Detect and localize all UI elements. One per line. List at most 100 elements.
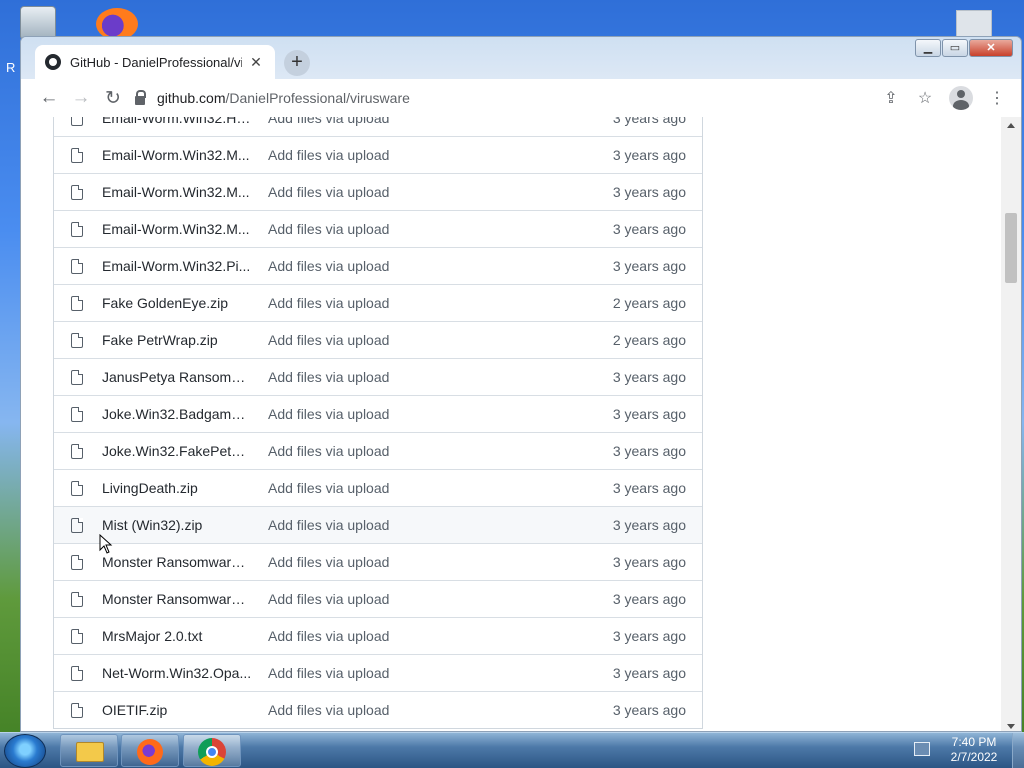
file-name-link[interactable]: Joke.Win32.Badgame.... bbox=[102, 406, 252, 422]
commit-age: 3 years ago bbox=[612, 117, 686, 126]
commit-message-link[interactable]: Add files via upload bbox=[268, 628, 613, 644]
file-row[interactable]: Joke.Win32.FakePetya.... Add files via up… bbox=[54, 432, 702, 469]
file-row[interactable]: Email-Worm.Win32.M... Add files via uploa… bbox=[54, 210, 702, 247]
show-desktop-button[interactable] bbox=[1012, 733, 1024, 768]
file-icon bbox=[71, 702, 83, 718]
commit-message-link[interactable]: Add files via upload bbox=[268, 591, 613, 607]
back-icon[interactable]: ← bbox=[33, 87, 65, 109]
close-tab-icon[interactable]: ✕ bbox=[247, 54, 265, 71]
file-icon bbox=[71, 443, 83, 459]
taskbar-chrome-button[interactable] bbox=[183, 734, 241, 767]
commit-message-link[interactable]: Add files via upload bbox=[268, 147, 613, 163]
new-tab-button[interactable]: + bbox=[284, 50, 310, 76]
profile-avatar[interactable] bbox=[949, 86, 973, 110]
forward-icon[interactable]: → bbox=[65, 87, 97, 109]
file-name-link[interactable]: Email-Worm.Win32.Ha... bbox=[102, 117, 252, 126]
file-icon bbox=[71, 184, 83, 200]
commit-age: 2 years ago bbox=[612, 295, 686, 311]
url-text[interactable]: github.com/DanielProfessional/virusware bbox=[157, 90, 410, 106]
commit-age: 3 years ago bbox=[612, 702, 686, 718]
start-button[interactable] bbox=[4, 734, 46, 768]
commit-message-link[interactable]: Add files via upload bbox=[268, 517, 613, 533]
commit-age: 3 years ago bbox=[612, 258, 686, 274]
file-list: Email-Worm.Win32.Ha... Add files via uplo… bbox=[53, 117, 703, 729]
file-row[interactable]: Email-Worm.Win32.M... Add files via uploa… bbox=[54, 136, 702, 173]
clock-date: 2/7/2022 bbox=[950, 750, 998, 764]
file-name-link[interactable]: Email-Worm.Win32.M... bbox=[102, 184, 252, 200]
bookmark-star-icon[interactable]: ☆ bbox=[915, 88, 935, 108]
file-name-link[interactable]: Monster Ransomware ... bbox=[102, 554, 252, 570]
vertical-scrollbar[interactable] bbox=[1001, 117, 1021, 731]
file-name-link[interactable]: MrsMajor 2.0.txt bbox=[102, 628, 252, 644]
chrome-icon bbox=[198, 738, 226, 766]
file-row[interactable]: LivingDeath.zip Add files via upload 3 yea… bbox=[54, 469, 702, 506]
commit-message-link[interactable]: Add files via upload bbox=[268, 258, 613, 274]
taskbar-explorer-button[interactable] bbox=[60, 734, 118, 767]
file-name-link[interactable]: Monster Ransomware.... bbox=[102, 591, 252, 607]
file-row[interactable]: Fake GoldenEye.zip Add files via upload 2 … bbox=[54, 284, 702, 321]
scroll-thumb[interactable] bbox=[1005, 213, 1017, 283]
file-name-link[interactable]: Email-Worm.Win32.M... bbox=[102, 147, 252, 163]
menu-icon[interactable]: ⋮ bbox=[987, 88, 1007, 108]
file-name-link[interactable]: Net-Worm.Win32.Opa... bbox=[102, 665, 252, 681]
reload-icon[interactable]: ↻ bbox=[97, 87, 129, 110]
file-name-link[interactable]: Mist (Win32).zip bbox=[102, 517, 252, 533]
file-name-link[interactable]: Joke.Win32.FakePetya.... bbox=[102, 443, 252, 459]
commit-message-link[interactable]: Add files via upload bbox=[268, 406, 613, 422]
tab-strip: GitHub - DanielProfessional/virusware ✕ … bbox=[21, 37, 1021, 79]
file-row[interactable]: JanusPetya Ransomwa... Add files via uplo… bbox=[54, 358, 702, 395]
file-icon bbox=[71, 117, 83, 126]
file-icon bbox=[71, 628, 83, 644]
file-name-link[interactable]: LivingDeath.zip bbox=[102, 480, 252, 496]
folder-icon bbox=[76, 742, 104, 762]
desktop-file-icon[interactable] bbox=[956, 10, 992, 38]
commit-message-link[interactable]: Add files via upload bbox=[268, 702, 613, 718]
file-name-link[interactable]: Fake PetrWrap.zip bbox=[102, 332, 252, 348]
commit-message-link[interactable]: Add files via upload bbox=[268, 184, 613, 200]
commit-message-link[interactable]: Add files via upload bbox=[268, 480, 613, 496]
file-name-link[interactable]: Email-Worm.Win32.Pi... bbox=[102, 258, 252, 274]
minimize-button[interactable]: ▁ bbox=[915, 39, 941, 57]
file-row[interactable]: Monster Ransomware ... Add files via uplo… bbox=[54, 543, 702, 580]
file-row[interactable]: Email-Worm.Win32.M... Add files via uploa… bbox=[54, 173, 702, 210]
system-clock[interactable]: 7:40 PM 2/7/2022 bbox=[944, 735, 1004, 765]
lock-icon[interactable] bbox=[135, 89, 146, 105]
commit-message-link[interactable]: Add files via upload bbox=[268, 665, 613, 681]
file-icon bbox=[71, 295, 83, 311]
taskbar-firefox-button[interactable] bbox=[121, 734, 179, 767]
file-row[interactable]: MrsMajor 2.0.txt Add files via upload 3 ye… bbox=[54, 617, 702, 654]
commit-age: 3 years ago bbox=[612, 221, 686, 237]
github-icon bbox=[45, 54, 61, 70]
commit-age: 3 years ago bbox=[612, 480, 686, 496]
scroll-up-icon[interactable] bbox=[1007, 123, 1015, 128]
file-row[interactable]: Fake PetrWrap.zip Add files via upload 2 y… bbox=[54, 321, 702, 358]
maximize-button[interactable]: ▭ bbox=[942, 39, 968, 57]
file-name-link[interactable]: JanusPetya Ransomwa... bbox=[102, 369, 252, 385]
tab-github[interactable]: GitHub - DanielProfessional/virusware ✕ bbox=[35, 45, 275, 79]
commit-message-link[interactable]: Add files via upload bbox=[268, 295, 613, 311]
file-row[interactable]: Mist (Win32).zip Add files via upload 3 ye… bbox=[54, 506, 702, 543]
share-icon[interactable]: ⇪ bbox=[881, 88, 901, 108]
commit-message-link[interactable]: Add files via upload bbox=[268, 369, 613, 385]
commit-message-link[interactable]: Add files via upload bbox=[268, 117, 613, 126]
file-icon bbox=[71, 406, 83, 422]
file-row[interactable]: OIETIF.zip Add files via upload 3 years ag… bbox=[54, 691, 702, 728]
commit-message-link[interactable]: Add files via upload bbox=[268, 443, 613, 459]
file-row[interactable]: Joke.Win32.Badgame.... Add files via uplo… bbox=[54, 395, 702, 432]
commit-message-link[interactable]: Add files via upload bbox=[268, 554, 613, 570]
file-row[interactable]: Email-Worm.Win32.Pi... Add files via uplo… bbox=[54, 247, 702, 284]
commit-message-link[interactable]: Add files via upload bbox=[268, 221, 613, 237]
recycle-bin-icon[interactable] bbox=[20, 6, 56, 40]
file-icon bbox=[71, 221, 83, 237]
file-row[interactable]: Email-Worm.Win32.Ha... Add files via uplo… bbox=[54, 117, 702, 136]
scroll-down-icon[interactable] bbox=[1007, 724, 1015, 729]
file-name-link[interactable]: OIETIF.zip bbox=[102, 702, 252, 718]
file-row[interactable]: Monster Ransomware.... Add files via uplo… bbox=[54, 580, 702, 617]
file-row[interactable]: Net-Worm.Win32.Opa... Add files via uploa… bbox=[54, 654, 702, 691]
address-bar[interactable]: github.com/DanielProfessional/virusware bbox=[135, 89, 410, 106]
close-window-button[interactable]: ✕ bbox=[969, 39, 1013, 57]
network-icon[interactable] bbox=[914, 742, 930, 756]
file-name-link[interactable]: Email-Worm.Win32.M... bbox=[102, 221, 252, 237]
commit-message-link[interactable]: Add files via upload bbox=[268, 332, 613, 348]
file-name-link[interactable]: Fake GoldenEye.zip bbox=[102, 295, 252, 311]
